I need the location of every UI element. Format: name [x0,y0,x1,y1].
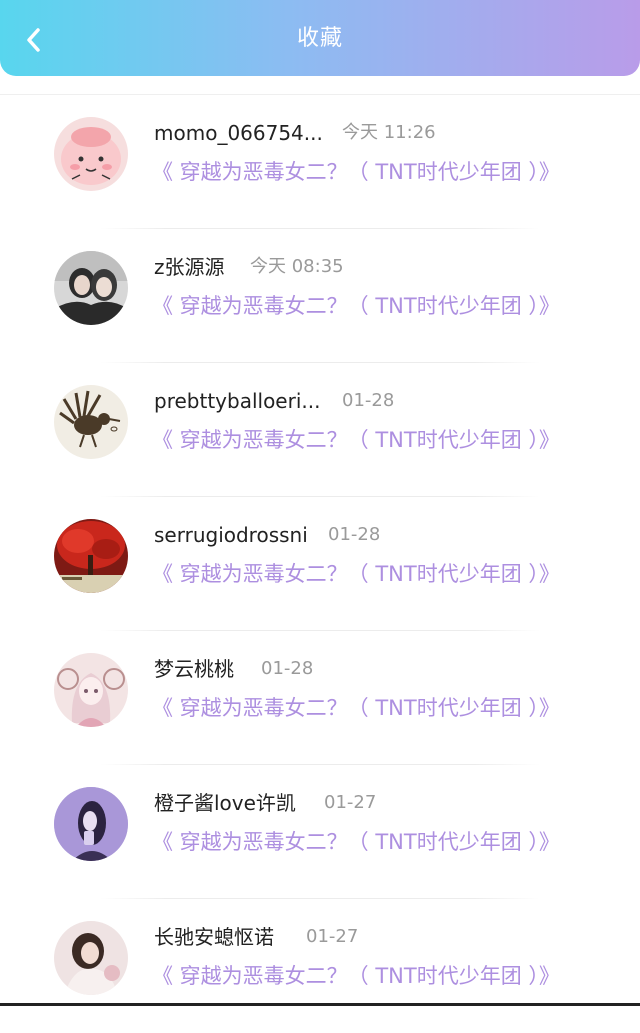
timestamp: 01-28 [342,390,395,411]
pink-cartoon-avatar-icon [54,117,128,191]
bird-sketch-avatar-icon [54,385,128,459]
timestamp: 01-28 [261,658,314,679]
avatar[interactable] [54,385,128,459]
user-name: 梦云桃桃 [154,657,234,681]
avatar[interactable] [54,921,128,995]
list-item[interactable]: prebttyballoeri... 01-28 《 穿越为恶毒女二？（ TNT… [0,363,640,497]
user-name: prebttyballoeri... [154,389,321,413]
book-title-link[interactable]: 《 穿越为恶毒女二？（ TNT时代少年团 ）》 [152,157,560,187]
book-title-link[interactable]: 《 穿越为恶毒女二？（ TNT时代少年团 ）》 [152,961,560,991]
list-item[interactable]: z张源源 今天 08:35 《 穿越为恶毒女二？（ TNT时代少年团 ）》 [0,229,640,363]
book-title-link[interactable]: 《 穿越为恶毒女二？（ TNT时代少年团 ）》 [152,291,560,321]
book-title-link[interactable]: 《 穿越为恶毒女二？（ TNT时代少年团 ）》 [152,425,560,455]
avatar[interactable] [54,117,128,191]
avatar[interactable] [54,787,128,861]
avatar[interactable] [54,519,128,593]
timestamp: 01-27 [324,792,377,813]
list-item[interactable]: serrugiodrossni 01-28 《 穿越为恶毒女二？（ TNT时代少… [0,497,640,631]
book-title-link[interactable]: 《 穿越为恶毒女二？（ TNT时代少年团 ）》 [152,827,560,857]
timestamp: 今天 11:26 [342,122,436,143]
photo-avatar-icon [54,251,128,325]
red-tree-avatar-icon [54,519,128,593]
avatar[interactable] [54,653,128,727]
list-item[interactable]: 橙子酱love许凯 01-27 《 穿越为恶毒女二？（ TNT时代少年团 ）》 [0,765,640,899]
top-bar: 收藏 [0,0,640,76]
girl-photo-avatar-icon [54,921,128,995]
timestamp: 01-28 [328,524,381,545]
user-name: 长驰安螅怄诺 [154,925,274,949]
user-name: momo_066754... [154,121,323,145]
user-name: serrugiodrossni [154,523,308,547]
list-item[interactable]: momo_066754... 今天 11:26 《 穿越为恶毒女二？（ TNT时… [0,95,640,229]
favorites-list: momo_066754... 今天 11:26 《 穿越为恶毒女二？（ TNT时… [0,94,640,1033]
user-name: 橙子酱love许凯 [154,791,296,815]
list-item[interactable]: 梦云桃桃 01-28 《 穿越为恶毒女二？（ TNT时代少年团 ）》 [0,631,640,765]
purple-photo-avatar-icon [54,787,128,861]
book-title-link[interactable]: 《 穿越为恶毒女二？（ TNT时代少年团 ）》 [152,693,560,723]
user-name: z张源源 [154,255,225,279]
page-title: 收藏 [296,26,343,51]
list-item[interactable]: 长驰安螅怄诺 01-27 《 穿越为恶毒女二？（ TNT时代少年团 ）》 [0,899,640,1033]
timestamp: 01-27 [306,926,359,947]
timestamp: 今天 08:35 [250,256,344,277]
anime-girl-avatar-icon [54,653,128,727]
avatar[interactable] [54,251,128,325]
book-title-link[interactable]: 《 穿越为恶毒女二？（ TNT时代少年团 ）》 [152,559,560,589]
